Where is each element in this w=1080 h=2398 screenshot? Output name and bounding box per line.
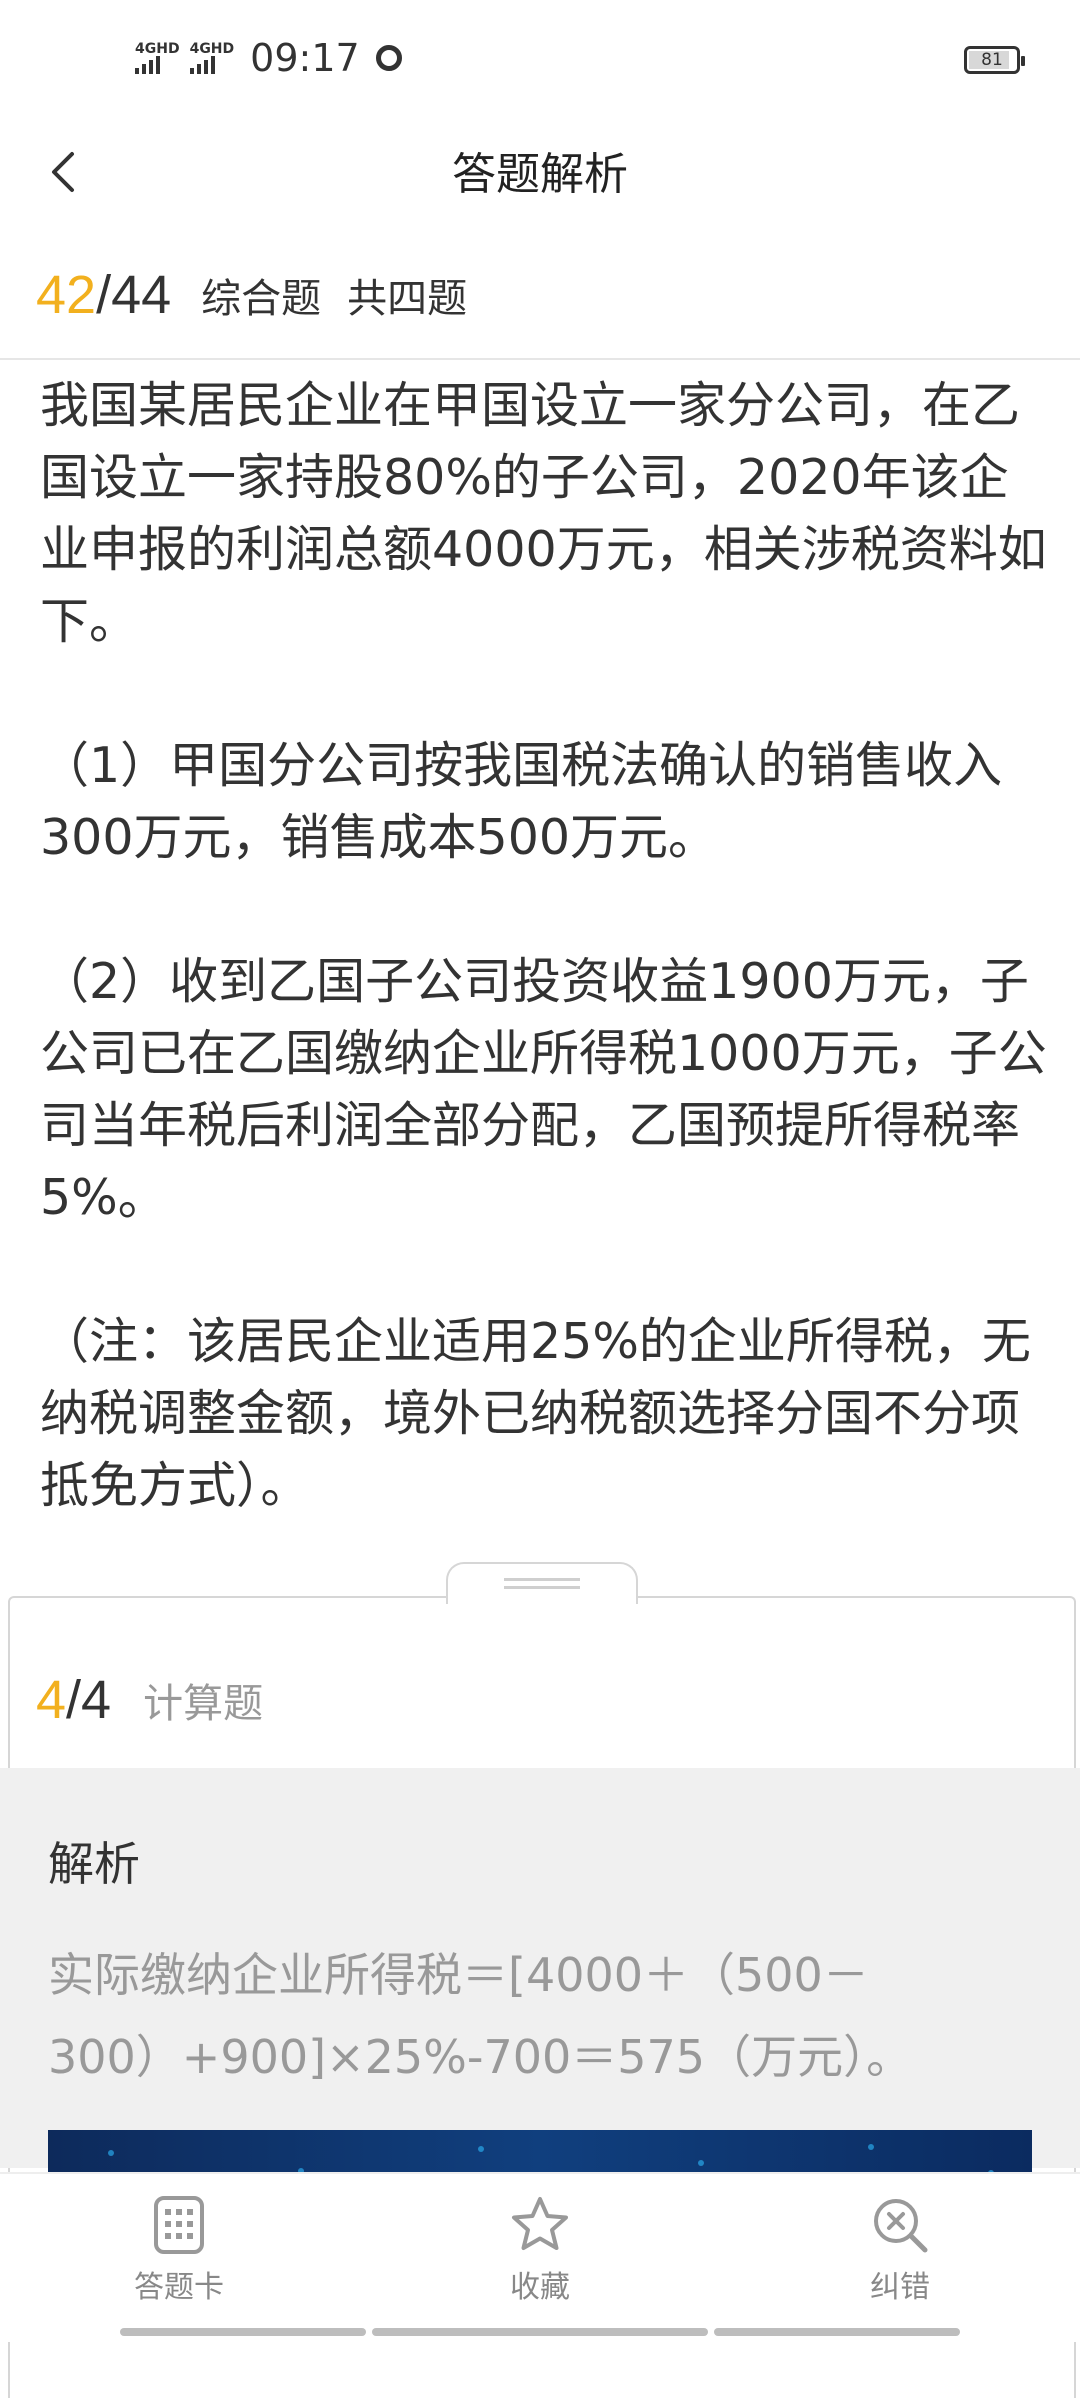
question-total: 44 — [111, 265, 172, 325]
tab-label: 纠错 — [870, 2270, 930, 2305]
stem-paragraph: （注：该居民企业适用25%的企业所得税，无纳税调整金额，境外已纳税额选择分国不分… — [40, 1313, 1031, 1514]
analysis-title: 解析 — [48, 1837, 140, 1891]
battery-level: 81 — [981, 50, 1003, 70]
question-type: 综合题 — [201, 276, 322, 322]
tab-label: 收藏 — [510, 2270, 570, 2305]
question-count: 共四题 — [347, 276, 468, 322]
sub-question-total: /4 — [66, 1670, 112, 1730]
question-header: 42 / 44 综合题 共四题 — [36, 255, 467, 335]
battery-icon: 81 — [964, 46, 1025, 74]
divider — [0, 358, 1080, 360]
home-indicator — [372, 2328, 708, 2336]
status-time: 09:17 — [250, 36, 360, 80]
tab-error-correct[interactable]: 纠错 — [800, 2194, 1000, 2306]
drag-handle[interactable] — [446, 1562, 638, 1604]
app-notification-icon — [375, 45, 402, 71]
tab-answer-card[interactable]: 答题卡 — [79, 2194, 279, 2306]
question-separator: / — [96, 265, 112, 325]
stem-paragraph: （2）收到乙国子公司投资收益1900万元，子公司已在乙国缴纳企业所得税1000万… — [40, 953, 1047, 1226]
answer-card-icon — [154, 2196, 204, 2254]
home-indicator — [120, 2328, 366, 2336]
status-bar: 4GHD 4GHD 09:17 81 — [0, 0, 1080, 120]
nav-bar: 答题解析 — [0, 120, 1080, 240]
sub-question-header: 4 /4 计算题 — [36, 1665, 263, 1735]
star-icon — [512, 2197, 568, 2250]
question-stem: 我国某居民企业在甲国设立一家分公司，在乙国设立一家持股80%的子公司，2020年… — [40, 370, 1050, 1594]
home-indicator — [714, 2328, 960, 2336]
analysis-text: 实际缴纳企业所得税＝[4000＋（500－300）+900]×25%-700＝5… — [48, 1948, 913, 2084]
sub-question-type: 计算题 — [143, 1681, 264, 1727]
stem-paragraph: （1）甲国分公司按我国税法确认的销售收入300万元，销售成本500万元。 — [40, 737, 1003, 866]
analysis-section: 解析 实际缴纳企业所得税＝[4000＋（500－300）+900]×25%-70… — [0, 1768, 1080, 2168]
error-correct-icon — [874, 2199, 928, 2253]
question-current-number: 42 — [36, 265, 97, 325]
page-title: 答题解析 — [452, 149, 628, 200]
stem-paragraph: 我国某居民企业在甲国设立一家分公司，在乙国设立一家持股80%的子公司，2020年… — [40, 377, 1047, 650]
signal-2-icon: 4GHD — [189, 42, 234, 74]
tab-label: 答题卡 — [134, 2270, 224, 2305]
bottom-tab-bar: 答题卡 收藏 纠错 — [0, 2172, 1080, 2342]
sub-question-current: 4 — [36, 1670, 67, 1730]
signal-1-icon: 4GHD — [135, 42, 180, 74]
tab-favorite[interactable]: 收藏 — [440, 2194, 640, 2306]
status-left: 4GHD 4GHD 09:17 — [135, 36, 402, 80]
